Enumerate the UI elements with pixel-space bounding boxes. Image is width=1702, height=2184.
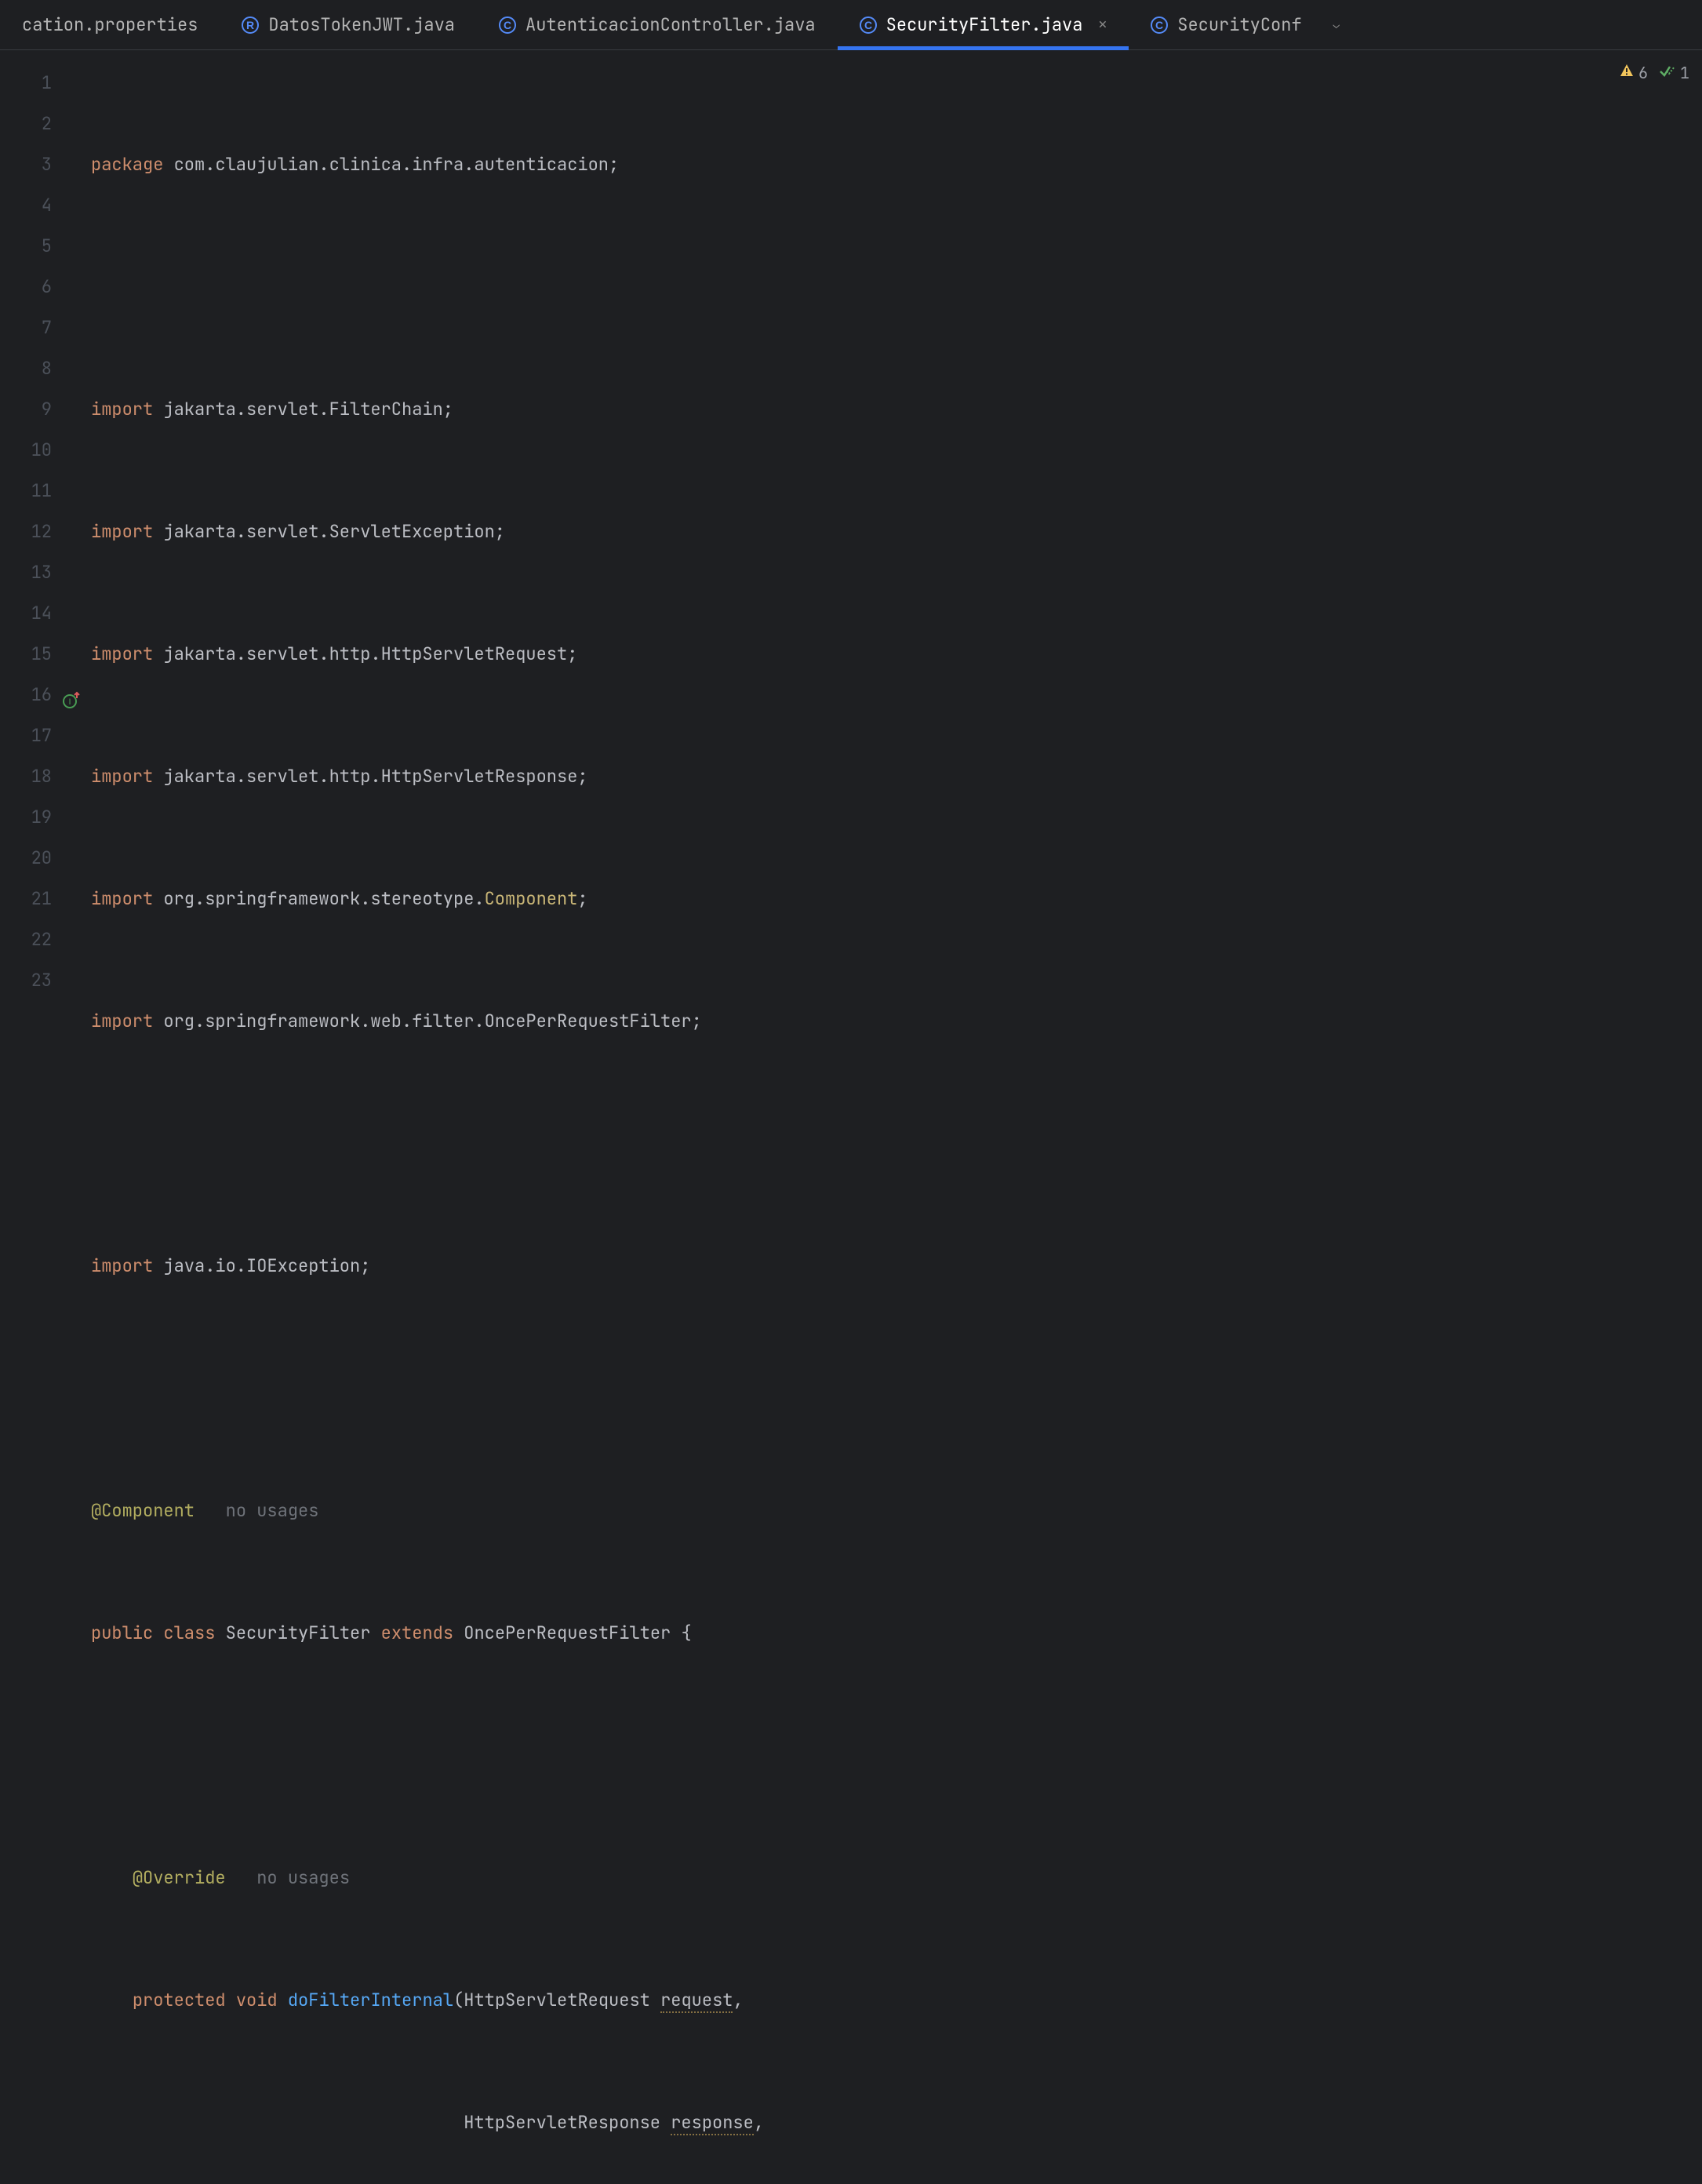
line-number[interactable]: 4 [0,185,85,226]
class-icon: C [499,16,516,34]
svg-text:C: C [504,19,511,31]
inspections-widget[interactable]: 6 1 [1619,63,1689,83]
line-number[interactable]: 18 [0,756,85,797]
code-line: import java.io.IOException; [85,1246,1702,1287]
tab-label: SecurityFilter.java [886,13,1083,36]
line-number[interactable]: 1 [0,63,85,104]
warnings-indicator[interactable]: 6 [1619,63,1648,83]
code-line: @Override no usages [85,1858,1702,1898]
code-line [85,1735,1702,1776]
line-number[interactable]: 5 [0,226,85,267]
chevron-down-icon: ⌄ [1333,18,1340,32]
code-line: HttpServletResponse response, [85,2102,1702,2143]
svg-text:R: R [246,19,254,31]
line-number[interactable]: 19 [0,797,85,838]
line-number[interactable]: 2 [0,104,85,144]
tab-datostokenjwt[interactable]: R DatosTokenJWT.java [220,0,477,49]
usages-hint[interactable]: no usages [226,1499,319,1522]
tab-autenticacioncontroller[interactable]: C AutenticacionController.java [477,0,838,49]
code-line: package com.claujulian.clinica.infra.aut… [85,144,1702,185]
checks-indicator[interactable]: 1 [1659,63,1689,83]
code-line: import jakarta.servlet.FilterChain; [85,389,1702,430]
line-number[interactable]: 3 [0,144,85,185]
code-line: protected void doFilterInternal(HttpServ… [85,1980,1702,2021]
check-icon [1659,63,1676,83]
check-count: 1 [1680,63,1689,83]
line-number[interactable]: 10 [0,430,85,471]
tab-label: SecurityConf [1177,13,1301,36]
svg-text:C: C [1155,19,1163,31]
code-line: import jakarta.servlet.ServletException; [85,511,1702,552]
code-line [85,1368,1702,1409]
tab-label: cation.properties [22,13,198,36]
code-line: @Component no usages [85,1491,1702,1531]
warning-count: 6 [1638,63,1648,83]
line-number[interactable]: 21 [0,879,85,919]
tab-properties[interactable]: cation.properties [0,0,220,49]
record-icon: R [242,16,259,34]
code-line [85,1123,1702,1164]
editor-area: 6 1 1 2 3 4 5 6 7 8 9 10 11 12 13 14 15 … [0,50,1702,1092]
gutter[interactable]: 1 2 3 4 5 6 7 8 9 10 11 12 13 14 15 16 I… [0,50,85,1092]
class-icon: C [1151,16,1168,34]
line-number[interactable]: 11 [0,471,85,511]
warning-icon [1619,63,1635,83]
code-editor[interactable]: package com.claujulian.clinica.infra.aut… [85,50,1702,1092]
line-number[interactable]: 17 [0,715,85,756]
tab-securityconf[interactable]: C SecurityConf [1129,0,1323,49]
tab-label: AutenticacionController.java [526,13,816,36]
code-line [85,267,1702,308]
class-icon: C [860,16,877,34]
line-number[interactable]: 20 [0,838,85,879]
svg-text:I: I [68,697,71,707]
line-number[interactable]: 16 I [0,675,85,715]
line-number[interactable]: 8 [0,348,85,389]
line-number[interactable]: 23 [0,960,85,1001]
editor-tabs: cation.properties R DatosTokenJWT.java C… [0,0,1702,50]
override-icon[interactable]: I [61,685,82,705]
usages-hint[interactable]: no usages [256,1866,350,1889]
code-line: import jakarta.servlet.http.HttpServletR… [85,756,1702,797]
code-line: import org.springframework.web.filter.On… [85,1001,1702,1042]
line-number[interactable]: 7 [0,308,85,348]
line-number[interactable]: 12 [0,511,85,552]
close-icon[interactable]: ✕ [1098,16,1107,34]
line-number[interactable]: 13 [0,552,85,593]
tab-label: DatosTokenJWT.java [268,13,455,36]
line-number[interactable]: 22 [0,919,85,960]
code-line: import jakarta.servlet.http.HttpServletR… [85,634,1702,675]
line-number[interactable]: 6 [0,267,85,308]
code-line: public class SecurityFilter extends Once… [85,1613,1702,1654]
tab-securityfilter[interactable]: C SecurityFilter.java ✕ [838,0,1129,49]
line-number[interactable]: 14 [0,593,85,634]
line-number[interactable]: 9 [0,389,85,430]
svg-text:C: C [864,19,872,31]
tabs-dropdown[interactable]: ⌄ [1324,18,1349,32]
code-line: import org.springframework.stereotype.Co… [85,879,1702,919]
line-number-text: 16 [31,683,52,706]
line-number[interactable]: 15 [0,634,85,675]
